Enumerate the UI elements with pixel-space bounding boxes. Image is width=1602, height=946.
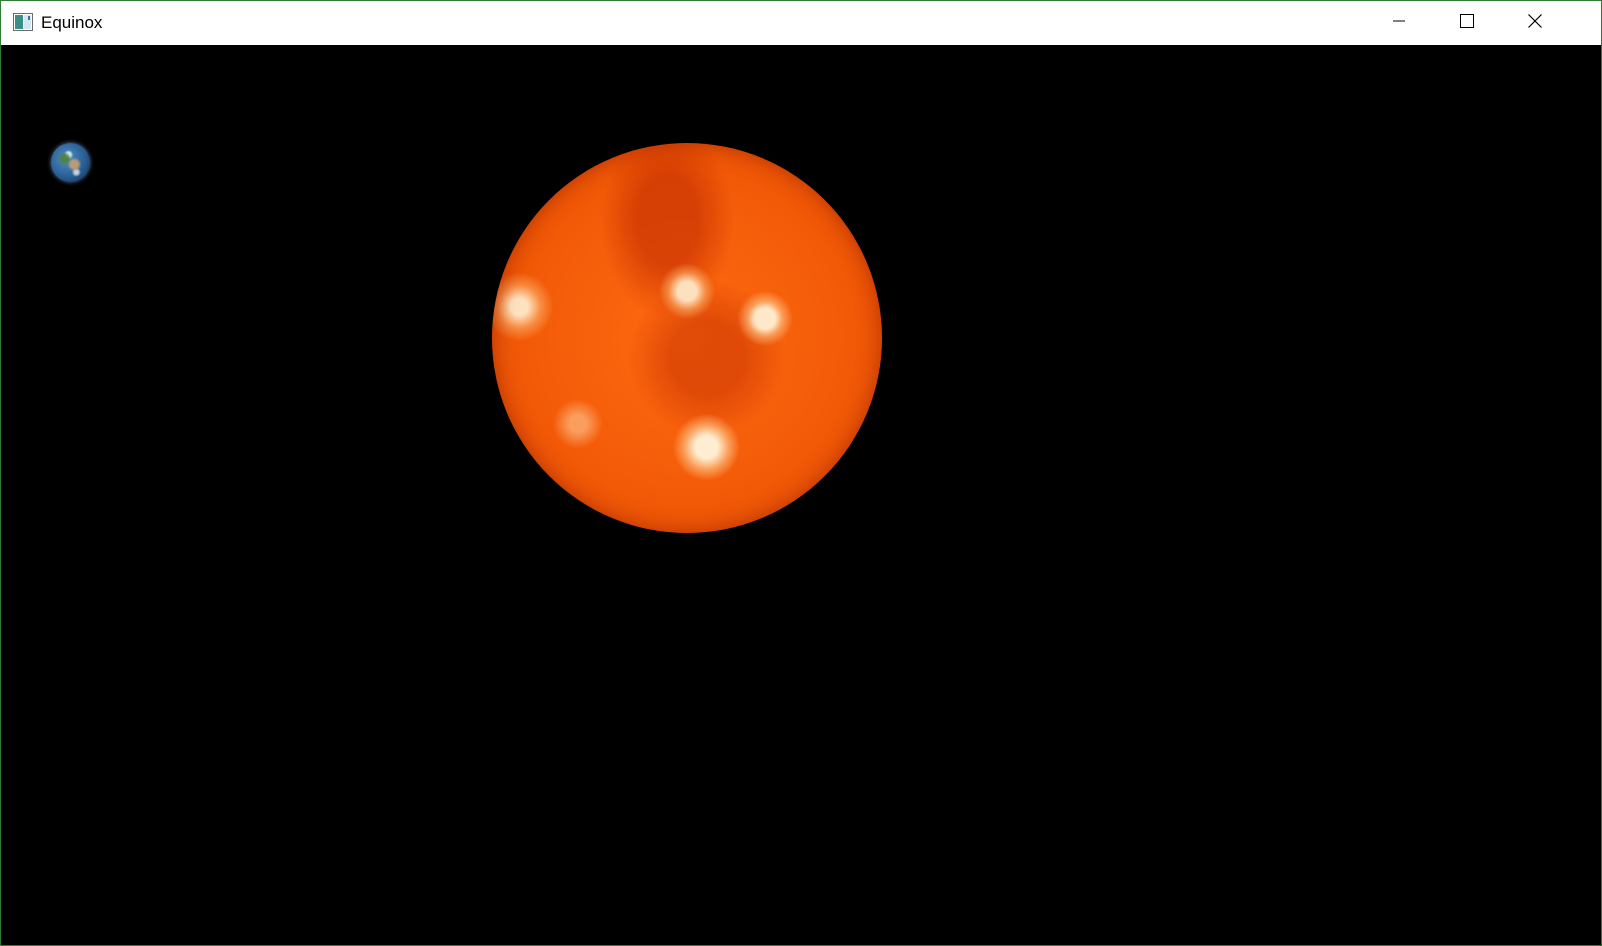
close-button[interactable]	[1501, 1, 1569, 45]
app-window: Equinox	[0, 0, 1602, 946]
close-icon	[1527, 13, 1543, 34]
title-bar[interactable]: Equinox	[1, 1, 1601, 45]
maximize-icon	[1459, 13, 1475, 34]
maximize-button[interactable]	[1433, 1, 1501, 45]
sun-star	[492, 143, 882, 533]
minimize-button[interactable]	[1365, 1, 1433, 45]
window-title: Equinox	[41, 13, 103, 32]
app-window-icon	[13, 13, 33, 31]
minimize-icon	[1391, 13, 1407, 34]
earth-planet	[51, 143, 90, 182]
render-canvas[interactable]	[1, 45, 1601, 945]
